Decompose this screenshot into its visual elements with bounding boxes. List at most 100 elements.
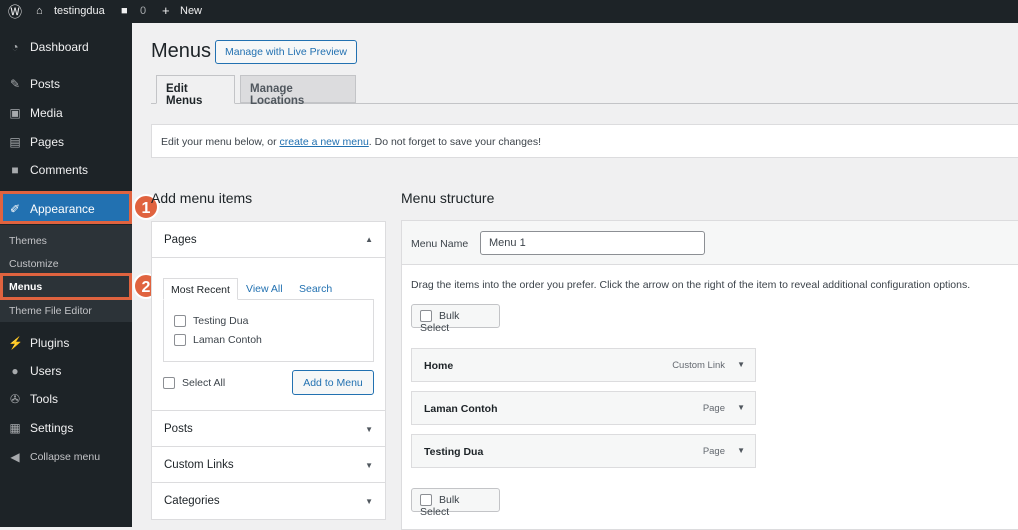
sidebar-item-comments[interactable]: ■ Comments	[0, 156, 132, 184]
menu-item[interactable]: Testing Dua Page ▼	[411, 434, 756, 468]
add-menu-items-panel: Pages ▲ Most Recent View All Search Testi…	[151, 221, 386, 520]
sidebar-label: Settings	[30, 421, 74, 435]
sidebar-label: Comments	[30, 163, 89, 177]
sidebar-item-settings[interactable]: ▦ Settings	[0, 414, 132, 442]
user-icon: ●	[11, 364, 19, 378]
checkbox[interactable]	[174, 315, 186, 328]
sidebar-item-posts[interactable]: ✎ Posts	[0, 70, 132, 98]
divider	[152, 257, 385, 258]
posts-accordion-header[interactable]: Posts ▼	[152, 410, 385, 446]
sidebar-item-plugins[interactable]: ⚡ Plugins	[0, 329, 132, 357]
sidebar-label: Plugins	[30, 336, 70, 350]
menu-item-type: Page	[702, 446, 725, 457]
categories-accordion-header[interactable]: Categories ▼	[152, 482, 385, 518]
checkbox[interactable]	[163, 377, 175, 390]
notice-text: Edit your menu below, or	[161, 136, 280, 148]
add-to-menu-button[interactable]: Add to Menu	[292, 370, 374, 395]
sidebar-item-dashboard[interactable]: ◔ Dashboard	[0, 33, 132, 61]
wordpress-logo-icon[interactable]: Ⓦ	[8, 2, 22, 22]
sidebar-item-pages[interactable]: ▤ Pages	[0, 128, 132, 156]
menu-structure-heading: Menu structure	[401, 190, 495, 206]
page-label: Laman Contoh	[193, 334, 262, 346]
new-link[interactable]: New	[180, 5, 202, 17]
collapse-menu-button[interactable]: ◀ Collapse menu	[0, 443, 132, 471]
plus-icon: +	[162, 3, 170, 18]
page-title: Menus	[151, 40, 212, 62]
menu-name-input[interactable]: Menu 1	[480, 231, 705, 255]
add-menu-items-heading: Add menu items	[151, 190, 253, 206]
menu-item[interactable]: Laman Contoh Page ▼	[411, 391, 756, 425]
home-icon: ⌂	[36, 5, 43, 17]
settings-icon: ▦	[9, 421, 21, 435]
site-name-link[interactable]: testingdua	[54, 5, 105, 17]
instructions-text: Drag the items into the order you prefer…	[411, 279, 971, 291]
select-all-checkbox[interactable]: Select All	[163, 377, 226, 390]
caret-down-icon[interactable]: ▼	[737, 446, 745, 455]
menu-item-type: Page	[702, 403, 725, 414]
caret-up-icon: ▲	[365, 235, 373, 244]
menu-item-label: Testing Dua	[424, 446, 484, 458]
menu-item-type: Custom Link	[672, 360, 725, 371]
bulk-select-button[interactable]: Bulk Select	[411, 304, 500, 334]
menu-name-label: Menu Name	[411, 238, 469, 250]
wrench-icon: ✇	[9, 392, 21, 406]
page-checkbox-item[interactable]: Laman Contoh	[174, 334, 262, 347]
checkbox[interactable]	[420, 310, 432, 323]
checkbox[interactable]	[174, 334, 186, 347]
menu-item[interactable]: Home Custom Link ▼	[411, 348, 756, 382]
dashboard-icon: ◔	[11, 40, 19, 54]
pages-icon: ▤	[9, 135, 21, 149]
sidebar-label: Tools	[30, 392, 59, 406]
tab-search[interactable]: Search	[299, 283, 332, 295]
annotation-highlight-appearance	[0, 191, 132, 224]
live-preview-button[interactable]: Manage with Live Preview	[215, 40, 357, 64]
pages-accordion-header[interactable]: Pages ▲	[152, 222, 385, 257]
sidebar-label: Users	[30, 364, 62, 378]
sidebar-label: Media	[30, 106, 63, 120]
submenu-themes[interactable]: Themes	[9, 235, 47, 247]
sidebar-label: Pages	[30, 135, 65, 149]
caret-down-icon: ▼	[365, 425, 373, 434]
notice-text: . Do not forget to save your changes!	[368, 136, 541, 148]
plugin-icon: ⚡	[8, 336, 23, 350]
pages-list: Testing Dua Laman Contoh	[163, 299, 374, 362]
accordion-title: Posts	[164, 423, 193, 435]
admin-bar: Ⓦ ⌂ testingdua ■ 0 + New	[0, 0, 1018, 23]
sidebar-label: Posts	[30, 77, 61, 91]
sidebar-item-tools[interactable]: ✇ Tools	[0, 385, 132, 413]
bulk-select-button-bottom[interactable]: Bulk Select	[411, 488, 500, 518]
comment-icon[interactable]: ■	[121, 5, 128, 17]
tab-manage-locations[interactable]: Manage Locations	[240, 75, 356, 107]
page-label: Testing Dua	[193, 315, 249, 327]
page-checkbox-item[interactable]: Testing Dua	[174, 315, 249, 328]
checkbox[interactable]	[420, 494, 432, 507]
annotation-highlight-menus	[0, 273, 132, 300]
submenu-customize[interactable]: Customize	[9, 258, 59, 270]
sidebar-label: Dashboard	[30, 40, 89, 54]
menu-item-label: Home	[424, 360, 454, 372]
tab-most-recent[interactable]: Most Recent	[163, 278, 238, 300]
sidebar-label: Collapse menu	[30, 451, 101, 463]
tab-edit-menus[interactable]: Edit Menus	[156, 75, 235, 107]
accordion-title: Custom Links	[164, 459, 234, 471]
comments-icon: ■	[11, 163, 19, 177]
accordion-title: Pages	[164, 234, 197, 246]
menu-item-label: Laman Contoh	[424, 403, 498, 415]
create-new-menu-link[interactable]: create a new menu	[279, 136, 368, 148]
media-icon: ▣	[9, 106, 21, 120]
submenu-theme-file-editor[interactable]: Theme File Editor	[9, 305, 92, 317]
notice-box: Edit your menu below, or create a new me…	[151, 124, 1018, 158]
comments-count[interactable]: 0	[140, 5, 146, 17]
caret-down-icon: ▼	[365, 461, 373, 470]
pin-icon: ✎	[9, 77, 21, 91]
select-all-label: Select All	[182, 377, 226, 389]
tab-view-all[interactable]: View All	[246, 283, 283, 295]
sidebar-item-users[interactable]: ● Users	[0, 357, 132, 385]
caret-down-icon[interactable]: ▼	[737, 360, 745, 369]
sidebar-item-media[interactable]: ▣ Media	[0, 99, 132, 127]
caret-down-icon: ▼	[365, 497, 373, 506]
collapse-icon: ◀	[10, 450, 20, 464]
accordion-title: Categories	[164, 495, 220, 507]
caret-down-icon[interactable]: ▼	[737, 403, 745, 412]
custom-links-accordion-header[interactable]: Custom Links ▼	[152, 446, 385, 482]
